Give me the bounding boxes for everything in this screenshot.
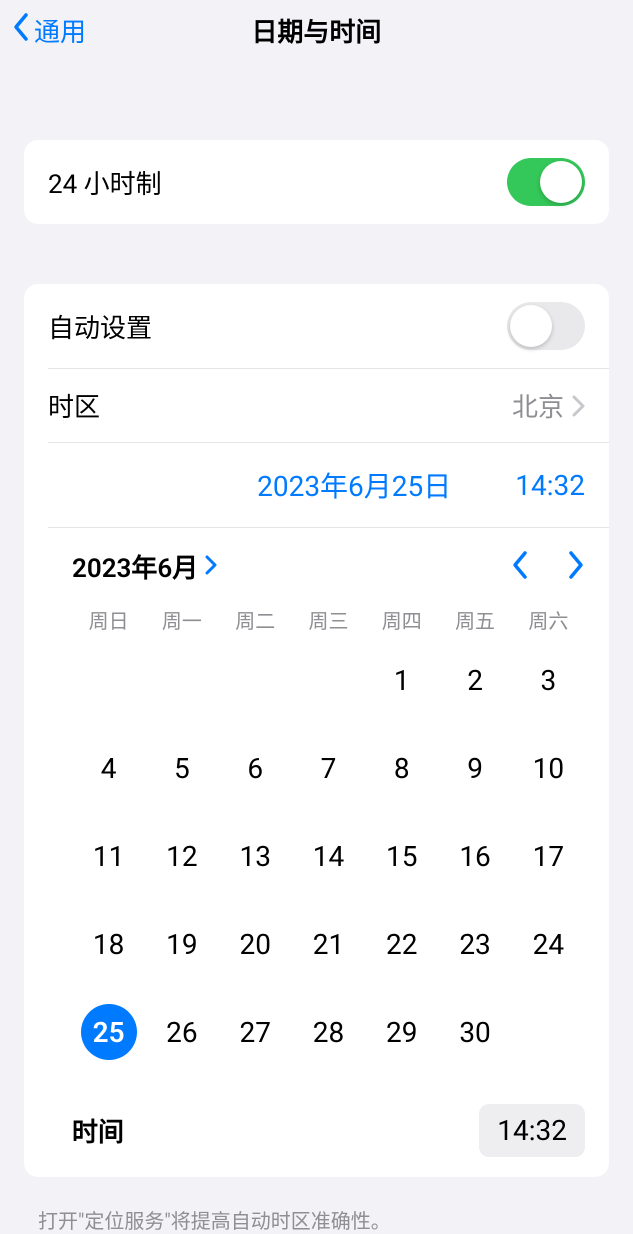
timezone-value: 北京 [512,387,564,424]
weekday-label: 周一 [145,605,218,634]
back-label: 通用 [34,12,86,49]
weekday-label: 周二 [219,605,292,634]
calendar-empty-cell [300,652,356,708]
calendar-day[interactable]: 14 [300,828,356,884]
chevron-right-icon [572,395,585,417]
calendar-next-button[interactable] [567,550,585,584]
timezone-row[interactable]: 北京 [512,387,585,424]
autoset-toggle[interactable] [507,302,585,350]
time-picker-button[interactable]: 14:32 [479,1104,585,1157]
calendar-day[interactable]: 4 [81,740,137,796]
footer-note: 打开"定位服务"将提高自动时区准确性。 [0,1201,633,1234]
calendar-day[interactable]: 8 [374,740,430,796]
page-title: 日期与时间 [251,12,381,49]
weekday-label: 周四 [365,605,438,634]
calendar-day[interactable]: 27 [227,1004,283,1060]
calendar-day[interactable]: 12 [154,828,210,884]
toggle-knob [510,305,552,347]
weekday-label: 周三 [292,605,365,634]
calendar-day[interactable]: 9 [447,740,503,796]
calendar-day[interactable]: 20 [227,916,283,972]
calendar-day[interactable]: 26 [154,1004,210,1060]
calendar-day[interactable]: 21 [300,916,356,972]
chevron-left-icon [12,12,34,49]
calendar-month-button[interactable]: 2023年6月 [72,548,218,585]
calendar-day[interactable]: 2 [447,652,503,708]
calendar-empty-cell [81,652,137,708]
calendar-day[interactable]: 7 [300,740,356,796]
calendar-empty-cell [154,652,210,708]
toggle-knob [540,161,582,203]
chevron-right-icon [567,550,585,584]
selected-time[interactable]: 14:32 [515,469,585,502]
calendar-month-label: 2023年6月 [72,548,198,585]
calendar-prev-button[interactable] [511,550,529,584]
calendar-day[interactable]: 5 [154,740,210,796]
calendar-day[interactable]: 3 [520,652,576,708]
chevron-right-icon [198,552,218,582]
calendar-day[interactable]: 30 [447,1004,503,1060]
time-label: 时间 [72,1112,124,1149]
calendar-day[interactable]: 25 [81,1004,137,1060]
calendar-day[interactable]: 16 [447,828,503,884]
calendar-day[interactable]: 6 [227,740,283,796]
weekday-label: 周日 [72,605,145,634]
calendar-day[interactable]: 1 [374,652,430,708]
calendar-day[interactable]: 13 [227,828,283,884]
autoset-label: 自动设置 [48,308,152,345]
hour24-label: 24 小时制 [48,164,162,201]
calendar-day[interactable]: 22 [374,916,430,972]
calendar-day[interactable]: 19 [154,916,210,972]
timezone-label: 时区 [48,387,100,424]
calendar-day[interactable]: 17 [520,828,576,884]
calendar-day[interactable]: 29 [374,1004,430,1060]
calendar-day[interactable]: 28 [300,1004,356,1060]
calendar-empty-cell [227,652,283,708]
weekday-label: 周六 [512,605,585,634]
calendar-day[interactable]: 24 [520,916,576,972]
calendar-day[interactable]: 23 [447,916,503,972]
back-button[interactable]: 通用 [12,12,86,49]
selected-date[interactable]: 2023年6月25日 [257,465,451,505]
calendar-day[interactable]: 10 [520,740,576,796]
calendar-day[interactable]: 18 [81,916,137,972]
calendar-day[interactable]: 15 [374,828,430,884]
hour24-toggle[interactable] [507,158,585,206]
weekday-label: 周五 [438,605,511,634]
chevron-left-icon [511,550,529,584]
calendar-day[interactable]: 11 [81,828,137,884]
